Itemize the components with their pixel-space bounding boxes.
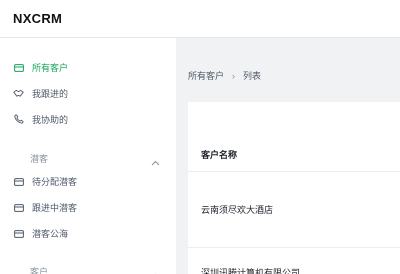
sidebar-item-my-followed[interactable]: 我跟进的 — [0, 82, 176, 104]
app-logo[interactable]: NXCRM — [13, 11, 62, 26]
folder-icon — [13, 62, 24, 73]
table-row[interactable]: 云南须尽欢大酒店 — [201, 203, 273, 216]
sidebar-group-leads[interactable]: 潜客 — [0, 150, 176, 166]
sidebar-item-my-assisted[interactable]: 我协助的 — [0, 108, 176, 130]
folder-icon — [13, 202, 24, 213]
sidebar-item-label: 待分配潜客 — [32, 176, 78, 187]
header-divider — [188, 171, 400, 172]
sidebar-item-label: 跟进中潜客 — [32, 202, 78, 213]
folder-icon — [13, 176, 24, 187]
sidebar-item-label: 我协助的 — [32, 114, 69, 125]
sidebar-item-label: 所有客户 — [32, 62, 69, 73]
breadcrumb-parent[interactable]: 所有客户 — [188, 69, 224, 82]
sidebar-item-label: 我跟进的 — [32, 88, 69, 99]
customer-table: 客户名称 云南须尽欢大酒店 深圳讯腾计算机有限公司 — [188, 102, 400, 274]
table-row[interactable]: 深圳讯腾计算机有限公司 — [201, 266, 300, 274]
chevron-up-icon[interactable] — [151, 266, 160, 274]
column-header-customer-name[interactable]: 客户名称 — [201, 148, 237, 161]
phone-icon — [13, 114, 24, 125]
handshake-icon — [13, 88, 24, 99]
folder-icon — [13, 228, 24, 239]
chevron-up-icon[interactable] — [151, 153, 160, 171]
top-bar: NXCRM — [0, 0, 400, 38]
sidebar-item-unassigned-leads[interactable]: 待分配潜客 — [0, 170, 176, 192]
sidebar-item-label: 潜客公海 — [32, 228, 69, 239]
sidebar-group-label: 潜客 — [30, 154, 49, 164]
breadcrumb-separator: › — [232, 70, 236, 81]
breadcrumb: 所有客户 › 列表 — [188, 69, 261, 82]
sidebar-group-customers[interactable]: 客户 — [0, 263, 176, 274]
row-divider — [188, 247, 400, 248]
sidebar: 所有客户 我跟进的 我协助的 潜客 待分配潜客 跟进中潜客 潜客公海 客户 — [0, 38, 176, 274]
breadcrumb-current: 列表 — [243, 71, 262, 81]
sidebar-item-all-customers[interactable]: 所有客户 — [0, 56, 176, 78]
sidebar-group-label: 客户 — [30, 267, 49, 274]
sidebar-item-leads-pool[interactable]: 潜客公海 — [0, 222, 176, 244]
sidebar-item-following-leads[interactable]: 跟进中潜客 — [0, 196, 176, 218]
